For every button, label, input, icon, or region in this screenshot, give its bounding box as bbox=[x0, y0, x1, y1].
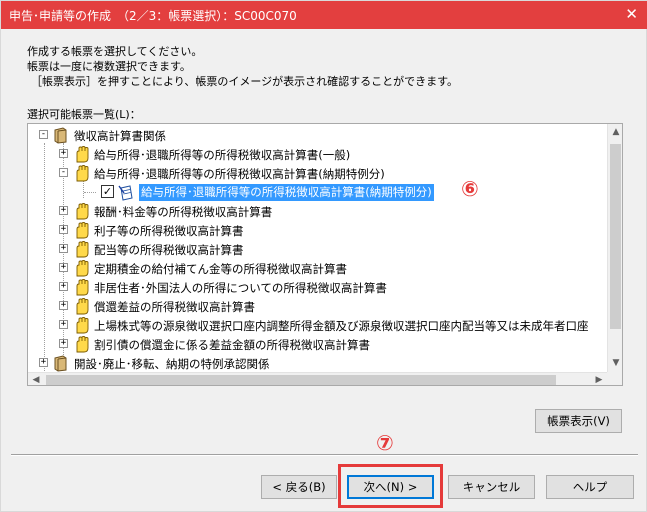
scroll-down-icon[interactable]: ▼ bbox=[608, 355, 622, 372]
scroll-right-icon[interactable]: ▶ bbox=[591, 373, 607, 385]
tree-item[interactable]: + 上場株式等の源泉徴収選択口座内調整所得金額及び源泉徴収選択口座内配当等又は未… bbox=[28, 316, 607, 335]
scroll-corner bbox=[607, 372, 622, 385]
expand-icon[interactable]: + bbox=[59, 225, 68, 234]
tree-item-label: 給与所得･退職所得等の所得税徴収高計算書(納期特例分) bbox=[94, 167, 385, 181]
tree-item[interactable]: + 非居住者･外国法人の所得についての所得税徴収高計算書 bbox=[28, 278, 607, 297]
hand-icon bbox=[74, 203, 90, 220]
tree-view: - 徴収高計算書関係 + 給与所得･退職所得等の所得税徴収高計算書(一般) - … bbox=[28, 124, 607, 372]
next-button[interactable]: 次へ(N) > bbox=[347, 475, 434, 499]
tree-item-label: 給与所得･退職所得等の所得税徴収高計算書(一般) bbox=[94, 148, 351, 162]
hand-icon bbox=[74, 260, 90, 277]
expand-icon[interactable]: + bbox=[59, 149, 68, 158]
list-label: 選択可能帳票一覧(L)： bbox=[27, 108, 141, 121]
tree-item[interactable]: + 償還差益の所得税徴収高計算書 bbox=[28, 297, 607, 316]
expand-icon[interactable]: + bbox=[59, 244, 68, 253]
annotation-marker-7: ⑦ bbox=[376, 431, 394, 455]
separator bbox=[11, 454, 638, 456]
hand-icon bbox=[74, 336, 90, 353]
hand-icon bbox=[74, 298, 90, 315]
tree-item-label: 報酬･料金等の所得税徴収高計算書 bbox=[94, 205, 273, 219]
form-tree-list[interactable]: - 徴収高計算書関係 + 給与所得･退職所得等の所得税徴収高計算書(一般) - … bbox=[27, 123, 623, 386]
hand-icon bbox=[74, 241, 90, 258]
help-button[interactable]: ヘルプ bbox=[546, 475, 634, 499]
horizontal-scrollbar[interactable]: ◀ ▶ bbox=[28, 372, 607, 385]
tree-root-tax-collection[interactable]: - 徴収高計算書関係 bbox=[28, 126, 607, 145]
tree-item[interactable]: - 給与所得･退職所得等の所得税徴収高計算書(納期特例分) bbox=[28, 164, 607, 183]
title-bar[interactable]: 申告･申請等の作成 （2／3：帳票選択）：SC00C070 ✕ bbox=[1, 1, 647, 29]
tree-root-establish[interactable]: + 開設･廃止･移転、納期の特例承認関係 bbox=[28, 354, 607, 373]
hand-icon bbox=[74, 165, 90, 182]
hand-icon bbox=[74, 317, 90, 334]
close-icon[interactable]: ✕ bbox=[625, 5, 638, 23]
scroll-up-icon[interactable]: ▲ bbox=[608, 124, 622, 141]
expand-icon[interactable]: + bbox=[59, 339, 68, 348]
tree-item[interactable]: + 給与所得･退職所得等の所得税徴収高計算書(一般) bbox=[28, 145, 607, 164]
tree-root-label: 開設･廃止･移転、納期の特例承認関係 bbox=[74, 357, 270, 371]
collapse-icon[interactable]: - bbox=[39, 130, 48, 139]
back-button[interactable]: < 戻る(B) bbox=[261, 475, 337, 499]
expand-icon[interactable]: + bbox=[59, 263, 68, 272]
form-icon bbox=[118, 184, 135, 201]
tree-item[interactable]: + 報酬･料金等の所得税徴収高計算書 bbox=[28, 202, 607, 221]
tree-item-label: 定期積金の給付補てん金等の所得税徴収高計算書 bbox=[94, 262, 347, 276]
vertical-scrollbar[interactable]: ▲ ▼ bbox=[607, 124, 622, 372]
expand-icon[interactable]: + bbox=[59, 206, 68, 215]
tree-leaf-selected[interactable]: ✓ 給与所得･退職所得等の所得税徴収高計算書(納期特例分) bbox=[28, 183, 607, 202]
expand-icon[interactable]: + bbox=[59, 282, 68, 291]
tree-item-label: 利子等の所得税徴収高計算書 bbox=[94, 224, 244, 238]
tree-item-label-selected: 給与所得･退職所得等の所得税徴収高計算書(納期特例分) bbox=[139, 184, 434, 201]
scroll-left-icon[interactable]: ◀ bbox=[28, 373, 44, 385]
book-icon bbox=[52, 127, 69, 144]
instruction-line-3: ［帳票表示］を押すことにより、帳票のイメージが表示され確認することができます。 bbox=[31, 75, 459, 88]
dialog-window: 申告･申請等の作成 （2／3：帳票選択）：SC00C070 ✕ 作成する帳票を選… bbox=[0, 0, 647, 512]
tree-item-label: 配当等の所得税徴収高計算書 bbox=[94, 243, 244, 257]
tree-item[interactable]: + 利子等の所得税徴収高計算書 bbox=[28, 221, 607, 240]
tree-item-label: 非居住者･外国法人の所得についての所得税徴収高計算書 bbox=[94, 281, 387, 295]
window-title: 申告･申請等の作成 （2／3：帳票選択）：SC00C070 bbox=[9, 9, 297, 23]
scroll-thumb[interactable] bbox=[610, 144, 621, 329]
hand-icon bbox=[74, 222, 90, 239]
annotation-marker-6: ⑥ bbox=[461, 177, 479, 201]
hand-icon bbox=[74, 146, 90, 163]
expand-icon[interactable]: + bbox=[59, 320, 68, 329]
collapse-icon[interactable]: - bbox=[59, 168, 68, 177]
instruction-line-2: 帳票は一度に複数選択できます。 bbox=[27, 60, 191, 73]
expand-icon[interactable]: + bbox=[59, 301, 68, 310]
tree-connector bbox=[84, 192, 96, 193]
expand-icon[interactable]: + bbox=[39, 358, 48, 367]
form-checkbox[interactable]: ✓ bbox=[101, 185, 114, 198]
book-icon bbox=[52, 355, 69, 372]
scroll-thumb[interactable] bbox=[46, 375, 556, 385]
hand-icon bbox=[74, 279, 90, 296]
tree-item-label: 割引債の償還金に係る差益金額の所得税徴収高計算書 bbox=[94, 338, 370, 352]
preview-button[interactable]: 帳票表示(V) bbox=[535, 409, 622, 433]
tree-root-label: 徴収高計算書関係 bbox=[74, 129, 166, 143]
cancel-button[interactable]: キャンセル bbox=[448, 475, 535, 499]
instruction-line-1: 作成する帳票を選択してください。 bbox=[27, 45, 203, 58]
tree-item[interactable]: + 配当等の所得税徴収高計算書 bbox=[28, 240, 607, 259]
tree-item[interactable]: + 定期積金の給付補てん金等の所得税徴収高計算書 bbox=[28, 259, 607, 278]
tree-item-label: 上場株式等の源泉徴収選択口座内調整所得金額及び源泉徴収選択口座内配当等又は未成年… bbox=[94, 319, 589, 333]
tree-item-label: 償還差益の所得税徴収高計算書 bbox=[94, 300, 255, 314]
tree-item[interactable]: + 割引債の償還金に係る差益金額の所得税徴収高計算書 bbox=[28, 335, 607, 354]
